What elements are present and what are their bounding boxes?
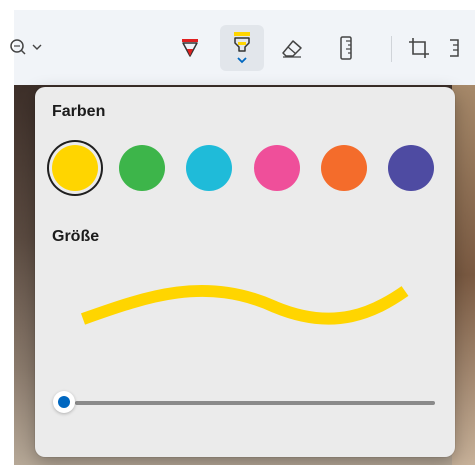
- size-slider-track[interactable]: [75, 401, 435, 405]
- eraser-icon: [282, 40, 302, 58]
- color-swatch-green[interactable]: [119, 145, 165, 191]
- stroke-preview: [80, 285, 409, 325]
- highlighter-settings-flyout: Farben Größe: [35, 87, 455, 457]
- markup-toolbar: [10, 10, 475, 86]
- more-tools-icon[interactable]: [446, 28, 475, 68]
- color-swatch-yellow[interactable]: [52, 145, 98, 191]
- color-swatch-indigo[interactable]: [388, 145, 434, 191]
- ballpoint-pen-button[interactable]: [170, 28, 210, 68]
- text-actions-icon: [450, 39, 459, 57]
- magnifier-dropdown-icon: [10, 39, 42, 55]
- highlighter-button[interactable]: [220, 25, 264, 71]
- eraser-button[interactable]: [272, 28, 312, 68]
- size-slider-thumb[interactable]: [53, 391, 75, 413]
- ruler-icon: [340, 36, 352, 60]
- snipping-tool-window: Farben Größe: [0, 0, 475, 465]
- canvas-photo-edge: [452, 85, 475, 465]
- colors-heading: Farben: [52, 103, 106, 120]
- stroke-preview-line: [80, 285, 409, 325]
- size-heading: Größe: [52, 228, 100, 245]
- color-swatch-cyan[interactable]: [186, 145, 232, 191]
- chevron-down-icon: [237, 57, 247, 64]
- crop-icon: [409, 38, 429, 58]
- size-slider-thumb-dot: [58, 396, 70, 408]
- view-options-dropdown[interactable]: [6, 28, 54, 68]
- crop-button[interactable]: [399, 28, 439, 68]
- toolbar-separator: [391, 36, 392, 62]
- ruler-button[interactable]: [326, 28, 366, 68]
- ballpoint-pen-icon: [182, 39, 198, 57]
- highlighter-icon: [234, 32, 250, 64]
- color-swatch-pink[interactable]: [254, 145, 300, 191]
- color-swatch-orange[interactable]: [321, 145, 367, 191]
